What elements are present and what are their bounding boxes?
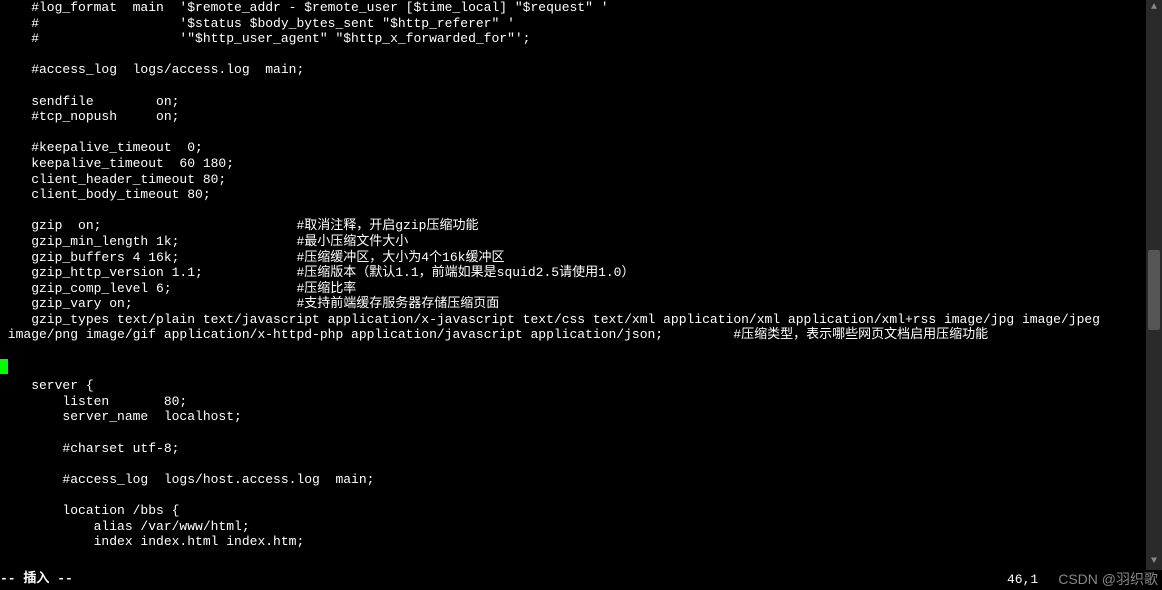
code-line: server_name localhost; bbox=[0, 409, 1162, 425]
code-line bbox=[0, 78, 1162, 94]
code-line: location /bbs { bbox=[0, 503, 1162, 519]
scrollbar-thumb[interactable] bbox=[1148, 250, 1160, 330]
code-line: gzip_buffers 4 16k; #压缩缓冲区，大小为4个16k缓冲区 bbox=[0, 250, 1162, 266]
code-line bbox=[0, 125, 1162, 141]
cursor-position: 46,1 bbox=[1007, 572, 1038, 588]
code-line: #charset utf-8; bbox=[0, 441, 1162, 457]
code-line: keepalive_timeout 60 180; bbox=[0, 156, 1162, 172]
code-line: listen 80; bbox=[0, 394, 1162, 410]
vim-status-bar: -- 插入 -- 46,1 CSDN @羽织歌 bbox=[0, 571, 1162, 590]
code-line: image/png image/gif application/x-httpd-… bbox=[0, 327, 1162, 343]
code-line: client_header_timeout 80; bbox=[0, 172, 1162, 188]
code-line: #keepalive_timeout 0; bbox=[0, 140, 1162, 156]
text-cursor bbox=[0, 359, 8, 374]
code-line: client_body_timeout 80; bbox=[0, 187, 1162, 203]
code-line: #access_log logs/host.access.log main; bbox=[0, 472, 1162, 488]
vim-mode-indicator: -- 插入 -- bbox=[0, 571, 73, 588]
scroll-down-arrow[interactable]: ▼ bbox=[1146, 554, 1162, 570]
vertical-scrollbar[interactable]: ▲ ▼ bbox=[1146, 0, 1162, 570]
code-line bbox=[0, 487, 1162, 503]
code-line: gzip_vary on; #支持前端缓存服务器存储压缩页面 bbox=[0, 296, 1162, 312]
watermark-text: CSDN @羽织歌 bbox=[1058, 571, 1158, 588]
code-line bbox=[0, 343, 1162, 359]
code-line: #log_format main '$remote_addr - $remote… bbox=[0, 0, 1162, 16]
code-line: sendfile on; bbox=[0, 94, 1162, 110]
code-line: server { bbox=[0, 378, 1162, 394]
code-line: gzip_comp_level 6; #压缩比率 bbox=[0, 281, 1162, 297]
code-line: alias /var/www/html; bbox=[0, 519, 1162, 535]
scroll-up-arrow[interactable]: ▲ bbox=[1146, 0, 1162, 16]
code-line bbox=[0, 47, 1162, 63]
code-line: gzip_http_version 1.1; #压缩版本（默认1.1，前端如果是… bbox=[0, 265, 1162, 281]
editor-content[interactable]: #log_format main '$remote_addr - $remote… bbox=[0, 0, 1162, 550]
code-line: #access_log logs/access.log main; bbox=[0, 62, 1162, 78]
code-line: gzip_types text/plain text/javascript ap… bbox=[0, 312, 1162, 328]
code-line: # '"$http_user_agent" "$http_x_forwarded… bbox=[0, 31, 1162, 47]
code-line: index index.html index.htm; bbox=[0, 534, 1162, 550]
code-line: #tcp_nopush on; bbox=[0, 109, 1162, 125]
code-line: # '$status $body_bytes_sent "$http_refer… bbox=[0, 16, 1162, 32]
code-line bbox=[0, 203, 1162, 219]
code-line bbox=[0, 425, 1162, 441]
code-line bbox=[0, 359, 1162, 379]
code-line bbox=[0, 456, 1162, 472]
code-line: gzip_min_length 1k; #最小压缩文件大小 bbox=[0, 234, 1162, 250]
terminal-window: #log_format main '$remote_addr - $remote… bbox=[0, 0, 1162, 590]
code-line: gzip on; #取消注释，开启gzip压缩功能 bbox=[0, 218, 1162, 234]
